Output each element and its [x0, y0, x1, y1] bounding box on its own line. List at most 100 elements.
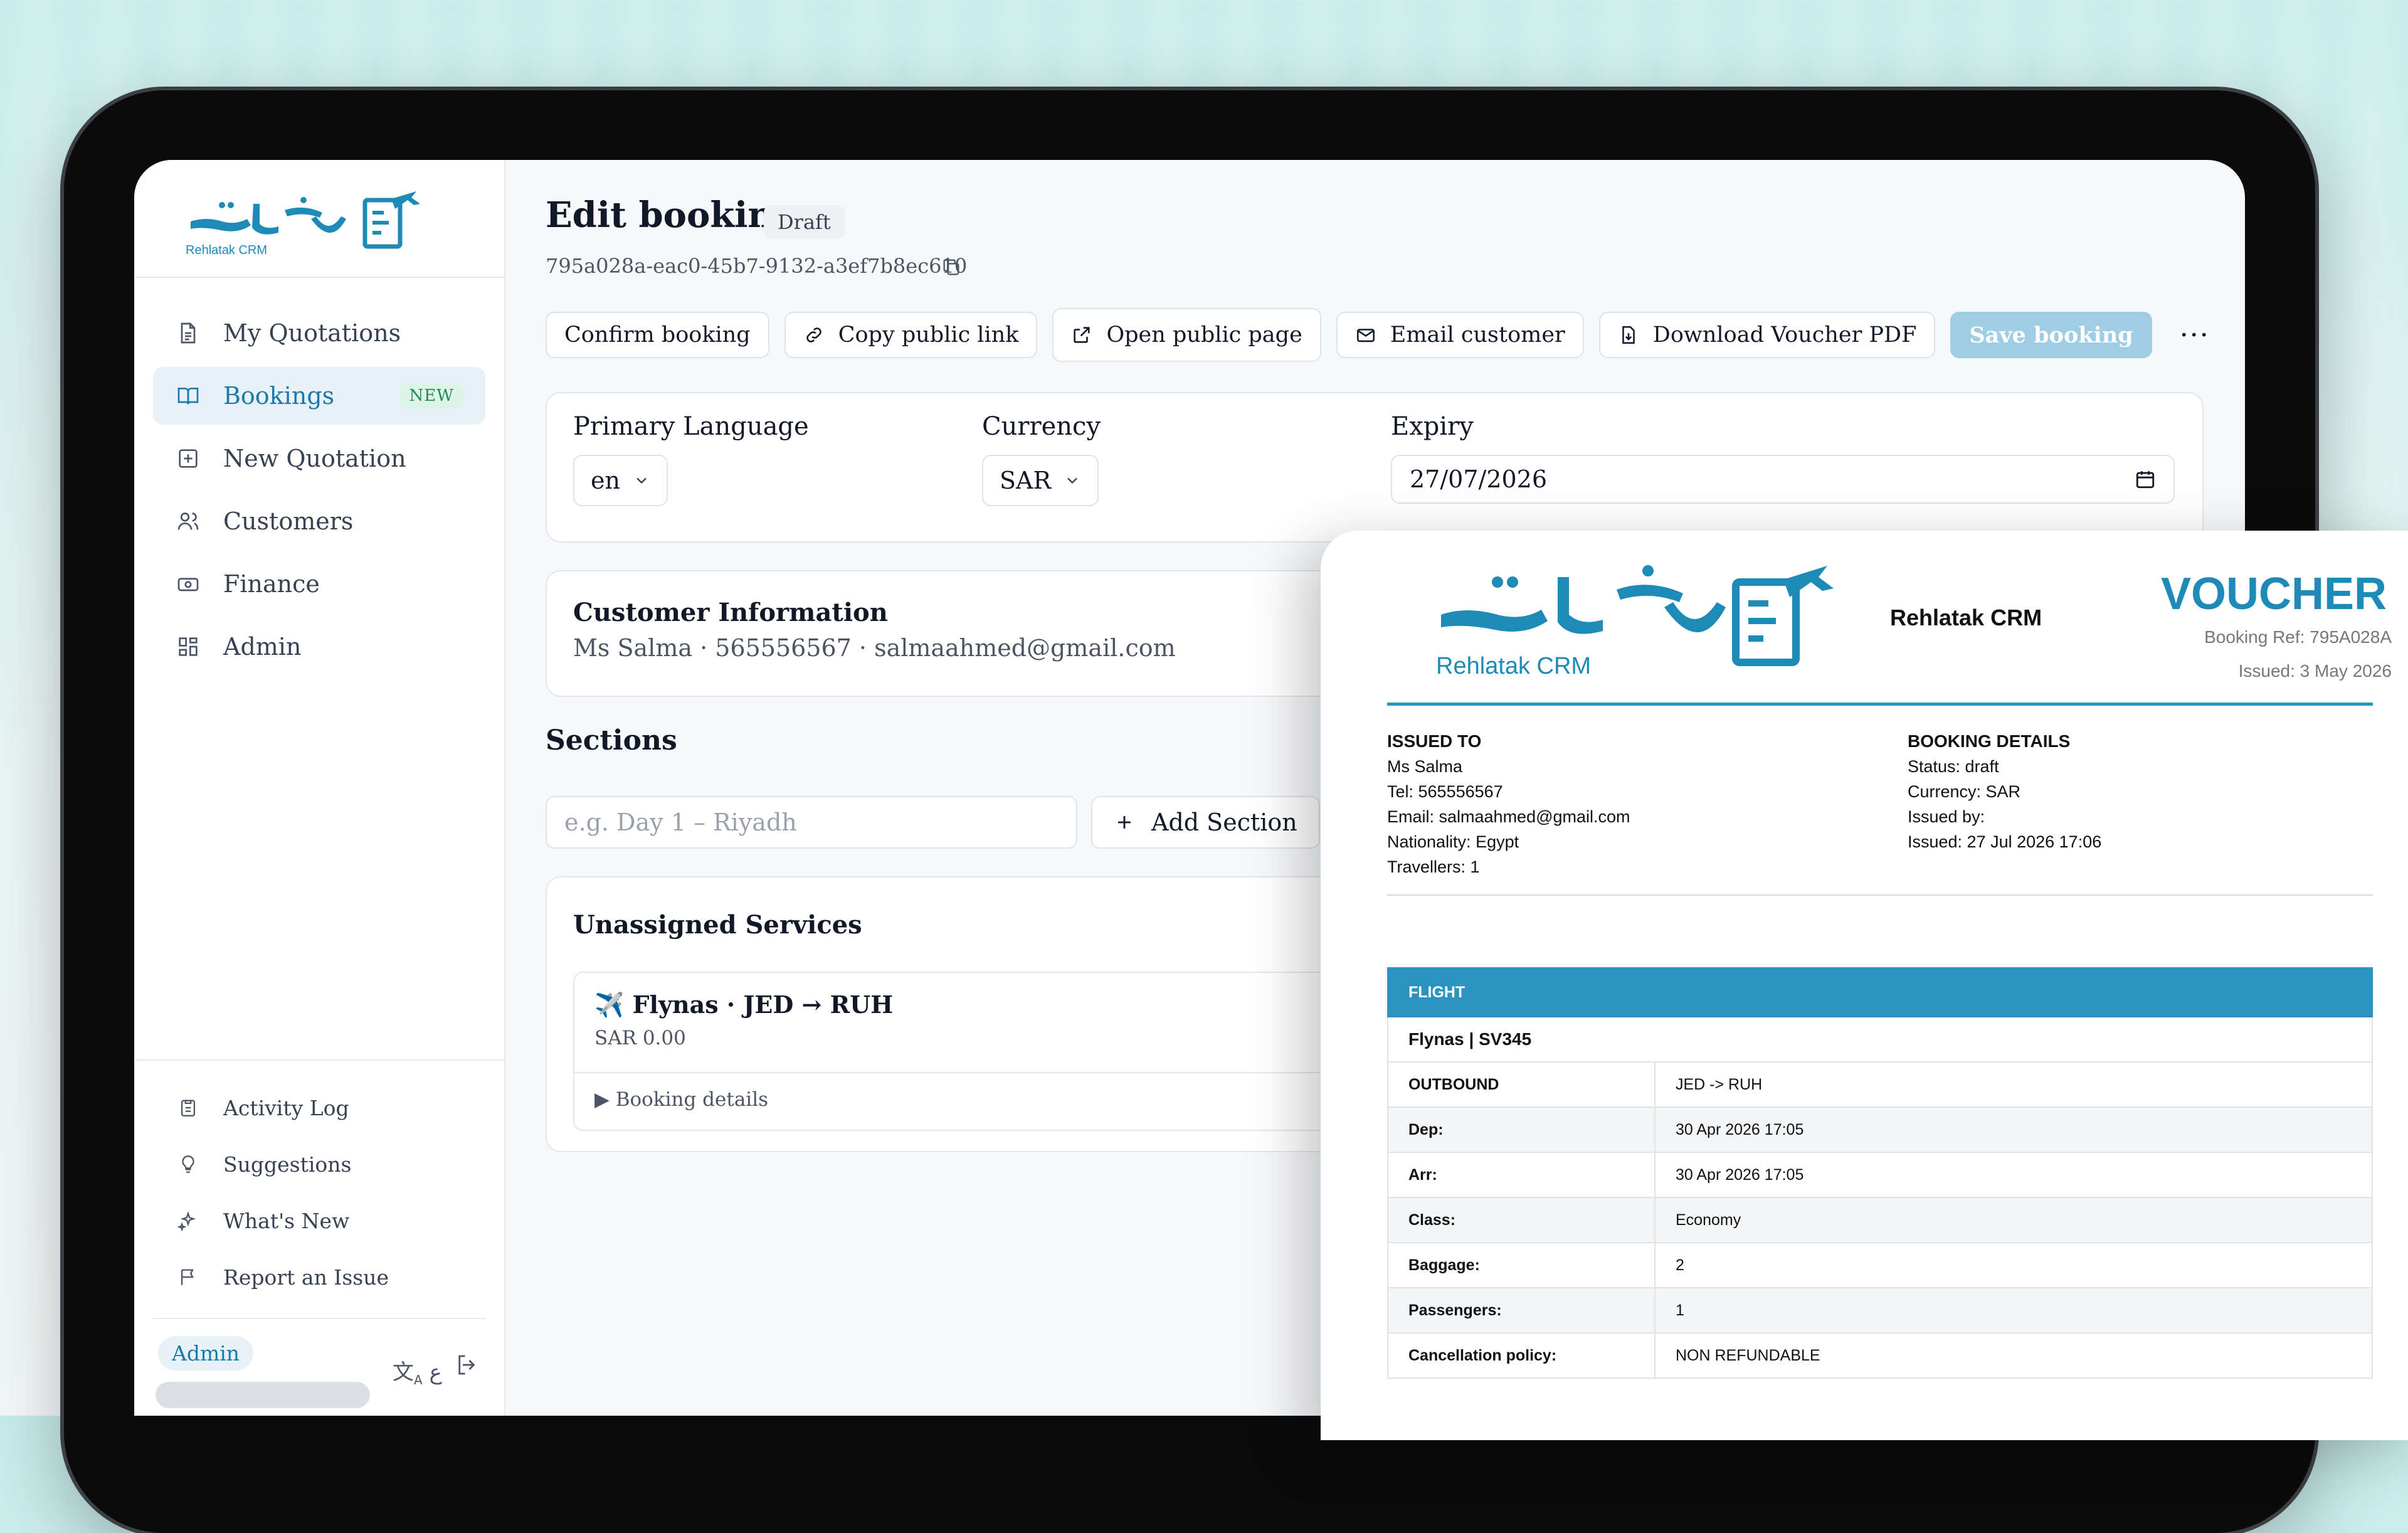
nav-label: Finance [223, 570, 320, 598]
new-badge: NEW [399, 383, 464, 409]
issued-to-line: Email: salmaahmed@gmail.com [1387, 807, 1630, 826]
nav-label: Suggestions [223, 1152, 352, 1177]
issued-to-line: Nationality: Egypt [1387, 832, 1519, 851]
svg-text:Rehlatak CRM: Rehlatak CRM [186, 243, 267, 257]
mail-icon [1356, 329, 1375, 342]
select-value: en [591, 467, 620, 494]
divider [1387, 703, 2373, 706]
date-value: 27/07/2026 [1410, 465, 1548, 493]
plus-square-icon [174, 445, 202, 472]
button-label: Email customer [1390, 322, 1565, 347]
expiry-date-input[interactable]: 27/07/2026 [1391, 455, 2175, 504]
button-label: Confirm booking [564, 322, 751, 347]
copy-icon[interactable] [941, 257, 962, 280]
nav-label: Activity Log [223, 1095, 349, 1120]
row-key: Cancellation policy: [1387, 1332, 1656, 1379]
customer-info-title: Customer Information [573, 598, 888, 627]
voucher-logo: Rehlatak CRM [1435, 557, 1842, 689]
document-icon [174, 319, 202, 347]
calendar-icon[interactable] [2135, 469, 2156, 490]
lightbulb-icon [174, 1150, 202, 1178]
sparkles-icon [174, 1207, 202, 1234]
booking-details-toggle[interactable]: ▶ Booking details [594, 1088, 768, 1111]
sidebar-item-my-quotations[interactable]: My Quotations [153, 304, 485, 362]
language-select[interactable]: en [573, 455, 668, 506]
sidebar-item-admin[interactable]: Admin [153, 618, 485, 676]
booking-details-line: Currency: SAR [1908, 782, 2021, 801]
sidebar-item-bookings[interactable]: Bookings NEW [153, 367, 485, 425]
row-value: Economy [1654, 1197, 2373, 1243]
customer-summary: Ms Salma · 565556567 · salmaahmed@gmail.… [573, 634, 1176, 662]
app-logo[interactable]: Rehlatak CRM [184, 191, 435, 260]
row-value: JED -> RUH [1654, 1061, 2373, 1108]
voucher-booking-ref: Booking Ref: 795A028A [2204, 627, 2392, 647]
unassigned-services-card: Unassigned Services ✈️ Flynas · JED → RU… [546, 876, 1416, 1152]
customer-info-card: Customer Information Ms Salma · 56555656… [546, 570, 1413, 697]
sidebar-item-report-issue[interactable]: Report an Issue [153, 1251, 485, 1303]
flight-table: FLIGHT Flynas | SV345 OUTBOUND JED -> RUH… [1387, 967, 2373, 1379]
expiry-label: Expiry [1391, 412, 1474, 441]
booking-details-block: BOOKING DETAILS Status: draft Currency: … [1908, 729, 2101, 854]
main-nav: My Quotations Bookings NEW New Quotation [153, 304, 485, 681]
row-value: 2 [1654, 1242, 2373, 1288]
sidebar: Rehlatak CRM My Quotations Bookings NEW [134, 160, 505, 1416]
issued-to-line: Ms Salma [1387, 757, 1463, 776]
nav-label: New Quotation [223, 445, 406, 472]
issued-to-line: Tel: 565556567 [1387, 782, 1503, 801]
service-title: ✈️ Flynas · JED → RUH [594, 990, 894, 1019]
user-role-badge: Admin [158, 1336, 254, 1371]
status-badge: Draft [764, 205, 845, 239]
section-name-input[interactable] [546, 796, 1077, 849]
save-booking-button[interactable]: Save booking [1950, 312, 2152, 358]
email-customer-button[interactable]: Email customer [1336, 312, 1584, 358]
booking-details-line: Issued: 27 Jul 2026 17:06 [1908, 832, 2102, 851]
nav-label: Customers [223, 507, 354, 535]
row-value: 30 Apr 2026 17:05 [1654, 1152, 2373, 1198]
issued-to-heading: ISSUED TO [1387, 731, 1482, 751]
row-key: Arr: [1387, 1152, 1656, 1198]
sidebar-item-customers[interactable]: Customers [153, 492, 485, 550]
voucher-preview: Rehlatak CRM Rehlatak CRM VOUCHER Bookin… [1321, 531, 2408, 1440]
sidebar-item-new-quotation[interactable]: New Quotation [153, 430, 485, 487]
logout-icon[interactable] [454, 1352, 480, 1381]
flight-name: Flynas | SV345 [1387, 1016, 2373, 1063]
issued-to-line: Travellers: 1 [1387, 857, 1480, 876]
row-key: Class: [1387, 1197, 1656, 1243]
sidebar-item-finance[interactable]: Finance [153, 555, 485, 613]
page-title: Edit booking [546, 194, 798, 236]
issued-to-block: ISSUED TO Ms Salma Tel: 565556567 Email:… [1387, 729, 1630, 879]
booking-id: 795a028a-eac0-45b7-9132-a3ef7b8ec610 [546, 254, 968, 278]
language-toggle[interactable]: 文A ع [393, 1355, 442, 1387]
currency-label: Currency [982, 412, 1101, 441]
open-public-page-button[interactable]: Open public page [1052, 308, 1321, 362]
button-label: Open public page [1106, 322, 1302, 347]
row-key: Dep: [1387, 1106, 1656, 1153]
secondary-nav: Activity Log Suggestions What's New Repo… [153, 1082, 485, 1308]
sidebar-item-activity-log[interactable]: Activity Log [153, 1082, 485, 1133]
user-email-redacted [156, 1382, 370, 1408]
currency-select[interactable]: SAR [982, 455, 1099, 506]
unassigned-services-title: Unassigned Services [573, 910, 862, 940]
nav-label: My Quotations [223, 319, 401, 347]
download-voucher-pdf-button[interactable]: Download Voucher PDF [1598, 312, 1936, 358]
copy-public-link-button[interactable]: Copy public link [784, 312, 1038, 358]
divider [1387, 894, 2373, 896]
booking-details-line: Issued by: [1908, 807, 1985, 826]
sidebar-item-suggestions[interactable]: Suggestions [153, 1138, 485, 1190]
button-label: Save booking [1969, 322, 2133, 348]
service-item[interactable]: ✈️ Flynas · JED → RUH SAR 0.00 ▶ Booking… [573, 972, 1416, 1131]
row-key: Baggage: [1387, 1242, 1656, 1288]
more-options-icon[interactable]: ··· [2180, 319, 2210, 351]
button-label: Add Section [1151, 809, 1297, 836]
booking-settings-card: Primary Language en Currency SAR Expiry … [546, 392, 2204, 543]
flight-section-header: FLIGHT [1387, 967, 2373, 1017]
voucher-brand: Rehlatak CRM [1890, 605, 2042, 630]
add-section-button[interactable]: Add Section [1091, 796, 1320, 849]
sidebar-item-whats-new[interactable]: What's New [153, 1195, 485, 1246]
voucher-title: VOUCHER [2161, 569, 2387, 619]
banknote-icon [174, 570, 202, 598]
button-label: Copy public link [838, 322, 1019, 347]
nav-label: What's New [223, 1208, 350, 1233]
confirm-booking-button[interactable]: Confirm booking [546, 312, 769, 358]
service-price: SAR 0.00 [594, 1027, 686, 1049]
